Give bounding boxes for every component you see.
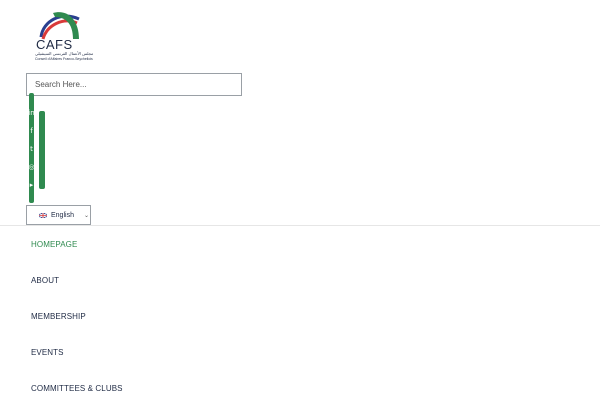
logo-french-name: Conseil d'Affaires Franco-Seychellois <box>35 57 93 61</box>
language-selector[interactable]: English ⌄ <box>26 205 91 225</box>
youtube-icon[interactable]: ▸ <box>27 181 36 190</box>
nav-item-committees-clubs[interactable]: COMMITTEES & CLUBS <box>31 384 123 393</box>
logo-arabic-name: مجلس الأعمال الفرنسي السيشيلي <box>35 51 94 56</box>
twitter-icon[interactable]: t <box>27 145 36 154</box>
nav-item-homepage[interactable]: HOMEPAGE <box>31 240 77 249</box>
search-input[interactable] <box>26 73 242 96</box>
chevron-down-icon: ⌄ <box>83 212 89 219</box>
linkedin-icon[interactable]: in <box>27 109 36 118</box>
logo-abbr: CAFS <box>36 37 73 52</box>
nav-item-events[interactable]: EVENTS <box>31 348 64 357</box>
facebook-icon[interactable]: f <box>27 127 36 136</box>
header-divider <box>0 225 600 226</box>
nav-item-about[interactable]: ABOUT <box>31 276 59 285</box>
language-label: English <box>51 211 74 219</box>
nav-item-membership[interactable]: MEMBERSHIP <box>31 312 86 321</box>
social-bar-secondary <box>39 111 45 189</box>
page: CAFS مجلس الأعمال الفرنسي السيشيلي Conse… <box>0 0 600 400</box>
uk-flag-icon <box>39 212 47 218</box>
cafs-logo[interactable]: CAFS مجلس الأعمال الفرنسي السيشيلي Conse… <box>33 11 95 63</box>
instagram-icon[interactable]: ◎ <box>27 163 36 172</box>
